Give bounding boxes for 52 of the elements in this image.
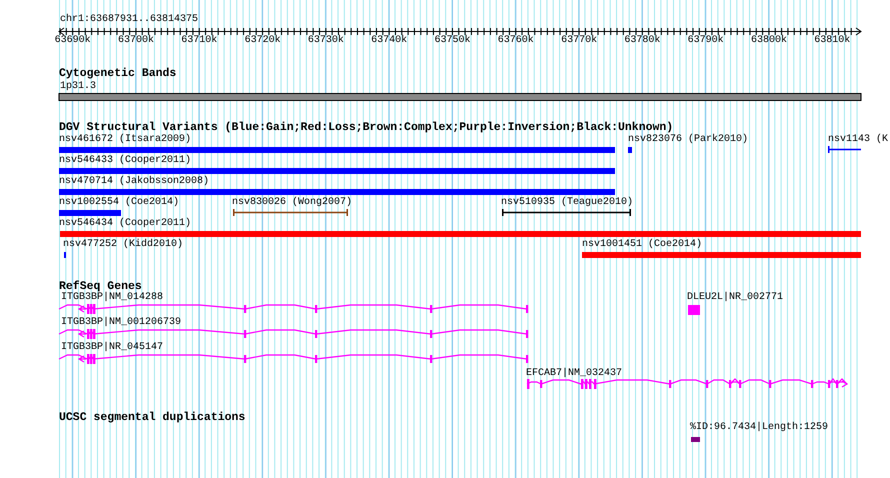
variant-label: nsv461672 (Itsara2009) bbox=[59, 134, 192, 146]
track-title: RefSeq Genes bbox=[59, 280, 142, 293]
variant-bar[interactable] bbox=[59, 147, 615, 153]
tick-label: 63810k bbox=[814, 35, 850, 47]
variant-interval[interactable] bbox=[828, 146, 861, 153]
variant-bar[interactable] bbox=[59, 168, 615, 174]
tick-label: 63700k bbox=[118, 35, 154, 47]
variant-bar[interactable] bbox=[582, 252, 861, 258]
tick-label: 63690k bbox=[54, 35, 91, 47]
band-label: 1p31.3 bbox=[60, 81, 96, 93]
variant-label: nsv1001451 (Coe2014) bbox=[582, 239, 702, 251]
gene-label: ITGB3BP|NR_045147 bbox=[61, 342, 164, 354]
variant-bar[interactable] bbox=[59, 189, 615, 195]
variant-bar[interactable] bbox=[59, 210, 121, 216]
tick-label: 63730k bbox=[308, 35, 344, 47]
tick-label: 63740k bbox=[371, 35, 408, 47]
gene-label: DLEU2L|NR_002771 bbox=[687, 292, 784, 304]
variant-label: nsv823076 (Park2010) bbox=[628, 134, 748, 146]
variant-label: nsv830026 (Wong2007) bbox=[232, 197, 352, 209]
variant-label: nsv477252 (Kidd2010) bbox=[63, 239, 184, 251]
track-title: UCSC segmental duplications bbox=[59, 411, 246, 424]
tick-label: 63710k bbox=[181, 35, 218, 47]
variant-label: nsv546433 (Cooper2011) bbox=[59, 155, 192, 167]
gene-model-drawing[interactable] bbox=[58, 304, 528, 314]
tick-label: 63790k bbox=[688, 35, 724, 47]
variant-label: nsv470714 (Jakobsson2008) bbox=[59, 176, 210, 188]
variant-interval[interactable] bbox=[233, 209, 348, 216]
variant-bar[interactable] bbox=[628, 147, 632, 153]
tick-label: 63720k bbox=[244, 35, 281, 47]
variant-bar[interactable] bbox=[60, 231, 861, 237]
tick-label: 63750k bbox=[434, 35, 470, 47]
variant-label: nsv546434 (Cooper2011) bbox=[59, 218, 192, 230]
gene-label: ITGB3BP|NM_014288 bbox=[61, 292, 164, 304]
tick-label: 63800k bbox=[751, 35, 787, 47]
duplication-label: %ID:96.7434|Length:1259 bbox=[690, 422, 828, 434]
tick-label: 63770k bbox=[561, 35, 598, 47]
gene-model-drawing[interactable] bbox=[526, 378, 848, 389]
gene-label: EFCAB7|NM_032437 bbox=[526, 368, 622, 380]
tick-label: 63760k bbox=[498, 35, 534, 47]
duplication-block[interactable] bbox=[691, 437, 700, 442]
variant-label: nsv510935 (Teague2010) bbox=[501, 197, 634, 209]
variant-interval[interactable] bbox=[502, 209, 631, 216]
gene-model-drawing[interactable] bbox=[58, 329, 528, 339]
position-label: chr1:63687931..63814375 bbox=[60, 14, 198, 26]
track-title: DGV Structural Variants (Blue:Gain;Red:Loss;Brown:Complex;Purple:Inversion;Black:Unknown) bbox=[59, 121, 674, 134]
gene-exon[interactable] bbox=[688, 305, 700, 315]
gene-label: ITGB3BP|NM_001206739 bbox=[61, 317, 182, 329]
variant-label: nsv1143 (K bbox=[828, 134, 888, 146]
variant-label: nsv1002554 (Coe2014) bbox=[59, 197, 180, 209]
track-title: Cytogenetic Bands bbox=[59, 67, 176, 80]
tick-label: 63780k bbox=[624, 35, 660, 47]
gene-model-drawing[interactable] bbox=[58, 354, 528, 364]
